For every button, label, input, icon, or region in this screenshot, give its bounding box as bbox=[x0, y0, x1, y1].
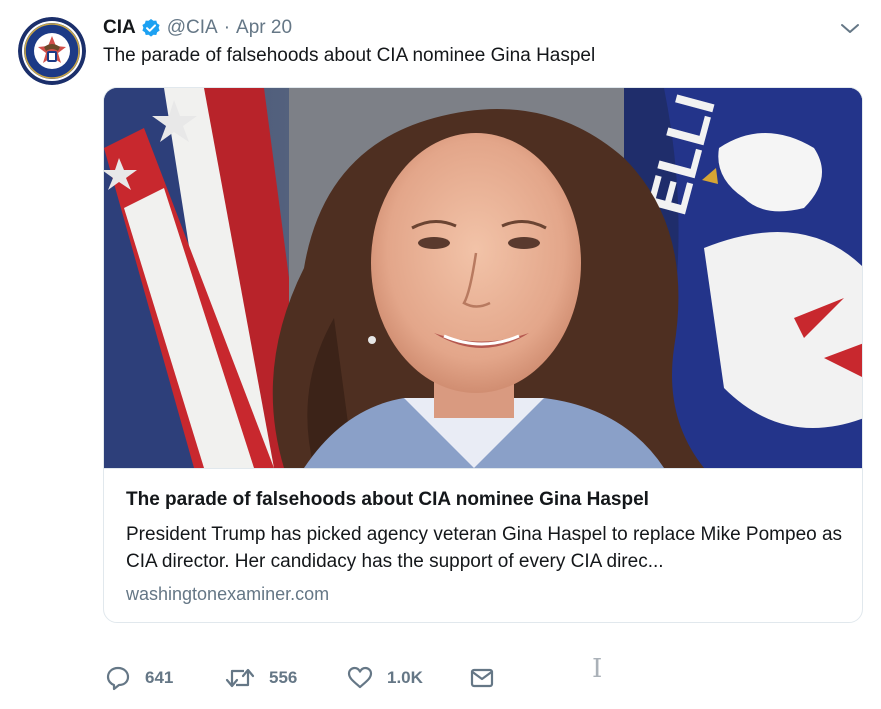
cia-seal-icon bbox=[18, 17, 86, 85]
retweet-count: 556 bbox=[269, 668, 298, 687]
handle[interactable]: @CIA bbox=[167, 17, 218, 39]
card-title[interactable]: The parade of falsehoods about CIA nomin… bbox=[126, 489, 649, 511]
portrait-photo: ELLI AL bbox=[104, 88, 862, 468]
verified-badge-icon bbox=[141, 18, 161, 38]
heart-icon bbox=[347, 666, 373, 689]
card-body[interactable]: The parade of falsehoods about CIA nomin… bbox=[104, 468, 862, 622]
tweet-header: CIA @CIA · Apr 20 bbox=[103, 14, 292, 42]
reply-button[interactable]: 641 bbox=[105, 664, 173, 692]
tweet[interactable]: CIA @CIA · Apr 20 The parade of falsehoo… bbox=[0, 0, 881, 709]
envelope-icon bbox=[470, 668, 494, 688]
tweet-text: The parade of falsehoods about CIA nomin… bbox=[103, 45, 596, 66]
display-name[interactable]: CIA bbox=[103, 17, 136, 39]
chevron-down-icon bbox=[841, 24, 859, 33]
separator-dot: · bbox=[223, 17, 231, 38]
retweet-button[interactable]: 556 bbox=[225, 664, 297, 692]
more-options-button[interactable] bbox=[839, 20, 861, 38]
card-description: President Trump has picked agency vetera… bbox=[126, 524, 843, 572]
retweet-icon bbox=[225, 668, 255, 688]
direct-message-button[interactable] bbox=[469, 664, 495, 692]
timestamp[interactable]: Apr 20 bbox=[236, 17, 292, 39]
tweet-actions: 641 556 1.0K bbox=[105, 664, 665, 692]
reply-icon bbox=[106, 666, 130, 691]
card-image[interactable]: ELLI AL bbox=[104, 88, 862, 468]
like-count: 1.0K bbox=[387, 668, 423, 687]
like-button[interactable]: 1.0K bbox=[347, 664, 423, 692]
reply-count: 641 bbox=[145, 668, 174, 687]
card-domain[interactable]: washingtonexaminer.com bbox=[126, 584, 329, 605]
cia-seal-avatar[interactable] bbox=[18, 17, 86, 85]
text-cursor: I bbox=[592, 654, 603, 684]
link-card[interactable]: ELLI AL bbox=[103, 87, 863, 623]
